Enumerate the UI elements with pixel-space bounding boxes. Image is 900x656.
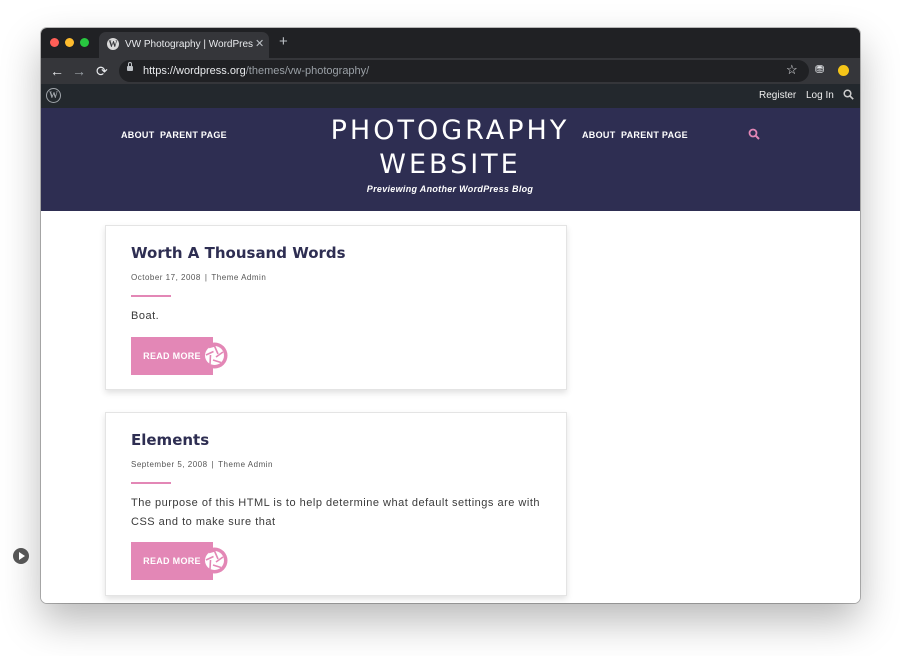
lock-icon [127,62,133,71]
post-author[interactable]: Theme Admin [211,273,266,282]
register-link[interactable]: Register [759,89,796,103]
extension-icon[interactable]: ⛃ [815,63,824,77]
aperture-icon [201,547,228,574]
bookmark-star-icon[interactable]: ☆ [786,61,798,79]
site-tagline: Previewing Another WordPress Blog [366,184,534,194]
site-title-line-1: PHOTOGRAPHY [330,115,570,146]
site-header: ABOUT PARENT PAGE PHOTOGRAPHY WEBSITE Pr… [41,108,860,211]
browser-tab-bar: W VW Photography | WordPress.o ✕ + [41,28,860,58]
post-date[interactable]: September 5, 2008 [131,460,208,469]
menu-item-parent-page-right[interactable]: PARENT PAGE [621,129,688,141]
address-bar[interactable]: https://wordpress.org/themes/vw-photogra… [119,60,809,82]
site-title[interactable]: PHOTOGRAPHY WEBSITE [321,114,579,182]
post-card: Worth A Thousand Words October 17, 2008 |… [105,225,567,390]
post-title[interactable]: Elements [131,430,209,450]
meta-separator: | [211,460,215,469]
url-text: https://wordpress.org/themes/vw-photogra… [143,64,369,78]
post-date[interactable]: October 17, 2008 [131,273,201,282]
menu-item-parent-page[interactable]: PARENT PAGE [160,129,227,141]
site-title-line-2: WEBSITE [379,149,521,180]
read-more-button[interactable]: READ MORE [131,542,228,580]
play-icon[interactable] [13,548,29,564]
forward-button[interactable]: → [72,62,86,80]
main-content: Worth A Thousand Words October 17, 2008 |… [41,211,860,603]
wordpress-icon[interactable]: W [46,88,61,103]
post-author[interactable]: Theme Admin [218,460,273,469]
post-meta: October 17, 2008 | Theme Admin [131,272,266,284]
post-title[interactable]: Worth A Thousand Words [131,243,346,263]
menu-item-about-right[interactable]: ABOUT [582,129,616,141]
admin-search-icon[interactable] [843,89,854,100]
meta-separator: | [204,273,208,282]
browser-toolbar: ← → ⟳ https://wordpress.org/themes/vw-ph… [41,58,860,84]
url-host: https://wordpress.org [143,65,246,77]
title-underline [131,295,171,297]
reload-button[interactable]: ⟳ [96,62,108,80]
menu-item-about[interactable]: ABOUT [121,129,155,141]
post-meta: September 5, 2008 | Theme Admin [131,459,273,471]
new-tab-button[interactable]: + [279,33,288,51]
read-more-button[interactable]: READ MORE [131,337,228,375]
browser-window: W VW Photography | WordPress.o ✕ + ← → ⟳… [41,28,860,603]
title-underline [131,482,171,484]
wp-admin-bar: W Register Log In [41,84,860,108]
minimize-window-button[interactable] [65,38,74,47]
zoom-window-button[interactable] [80,38,89,47]
browser-tab[interactable]: W VW Photography | WordPress.o ✕ [99,32,269,58]
back-button[interactable]: ← [50,62,64,80]
wordpress-favicon-icon: W [107,38,119,50]
tab-title: VW Photography | WordPress.o [125,39,253,50]
post-excerpt: The purpose of this HTML is to help dete… [131,497,540,528]
aperture-icon [201,342,228,369]
close-window-button[interactable] [50,38,59,47]
login-link[interactable]: Log In [806,89,834,103]
header-search-icon[interactable] [748,128,760,140]
url-path: /themes/vw-photography/ [245,65,370,77]
post-card: Elements September 5, 2008 | Theme Admin T… [105,412,567,596]
post-excerpt: Boat. [131,310,160,322]
profile-avatar[interactable] [838,65,849,76]
tab-close-icon[interactable]: ✕ [255,37,264,51]
